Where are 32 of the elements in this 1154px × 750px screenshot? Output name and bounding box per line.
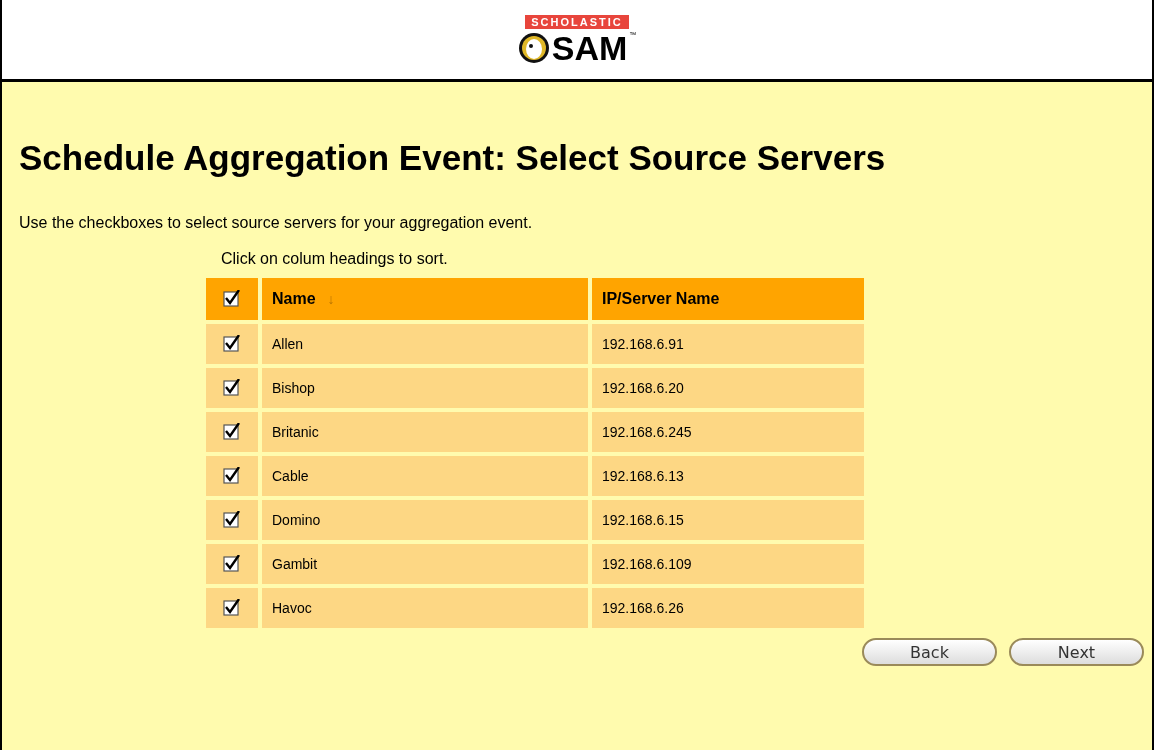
checkbox[interactable] <box>223 467 241 485</box>
table-cell: Allen <box>262 324 588 364</box>
back-button[interactable]: Back <box>862 638 997 666</box>
table-cell: 192.168.6.15 <box>592 500 864 540</box>
column-header[interactable]: Name ↓ <box>262 278 588 320</box>
table-cell: Gambit <box>262 544 588 584</box>
table-cell: Havoc <box>262 588 588 628</box>
table-cell: 192.168.6.245 <box>592 412 864 452</box>
sort-hint: Click on colum headings to sort. <box>221 250 449 268</box>
page-title: Schedule Aggregation Event: Select Source Servers <box>19 138 887 178</box>
column-header[interactable]: IP/Server Name <box>592 278 864 320</box>
checkbox[interactable] <box>223 379 241 397</box>
table-cell: Britanic <box>262 412 588 452</box>
checkbox[interactable] <box>223 555 241 573</box>
instructions: Use the checkboxes to select source servers for your aggregation event. <box>19 214 534 232</box>
brand-logo: SCHOLASTIC <box>525 14 629 29</box>
table-cell: 192.168.6.91 <box>592 324 864 364</box>
checkbox[interactable] <box>223 290 241 308</box>
table-cell: Domino <box>262 500 588 540</box>
checkbox[interactable] <box>223 511 241 529</box>
table-cell: 192.168.6.13 <box>592 456 864 496</box>
sort-arrow: ↓ <box>327 291 335 307</box>
table-cell: Bishop <box>262 368 588 408</box>
checkbox[interactable] <box>223 599 241 617</box>
table-cell: 192.168.6.26 <box>592 588 864 628</box>
next-button[interactable]: Next <box>1009 638 1144 666</box>
table-cell: 192.168.6.20 <box>592 368 864 408</box>
product-logo: SAM <box>551 30 628 65</box>
table-cell: Cable <box>262 456 588 496</box>
checkbox[interactable] <box>223 335 241 353</box>
table-cell: 192.168.6.109 <box>592 544 864 584</box>
checkbox[interactable] <box>223 423 241 441</box>
